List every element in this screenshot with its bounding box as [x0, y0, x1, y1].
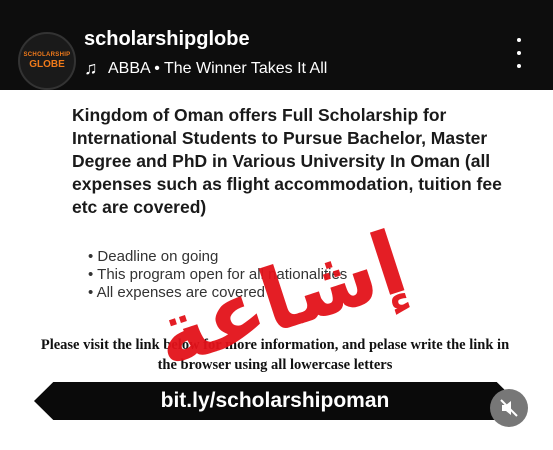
avatar-line2: GLOBE	[29, 59, 65, 70]
post-image: Kingdom of Oman offers Full Scholarship …	[0, 90, 553, 450]
link-banner: bit.ly/scholarshipoman	[34, 382, 516, 420]
avatar[interactable]: SCHOLARSHIP GLOBE	[18, 32, 76, 90]
rumor-stamp: إشاعة	[142, 212, 418, 388]
post-header: SCHOLARSHIP GLOBE scholarshipglobe ♫ ABB…	[0, 0, 553, 90]
post-headline: Kingdom of Oman offers Full Scholarship …	[72, 105, 502, 217]
username[interactable]: scholarshipglobe	[84, 28, 250, 51]
music-note-icon: ♫	[84, 58, 98, 78]
mute-button[interactable]	[490, 389, 528, 427]
song-title[interactable]: ABBA • The Winner Takes It All	[108, 60, 327, 78]
avatar-line1: SCHOLARSHIP	[23, 52, 71, 58]
mute-icon	[500, 399, 518, 417]
more-vertical-icon[interactable]	[512, 38, 526, 68]
